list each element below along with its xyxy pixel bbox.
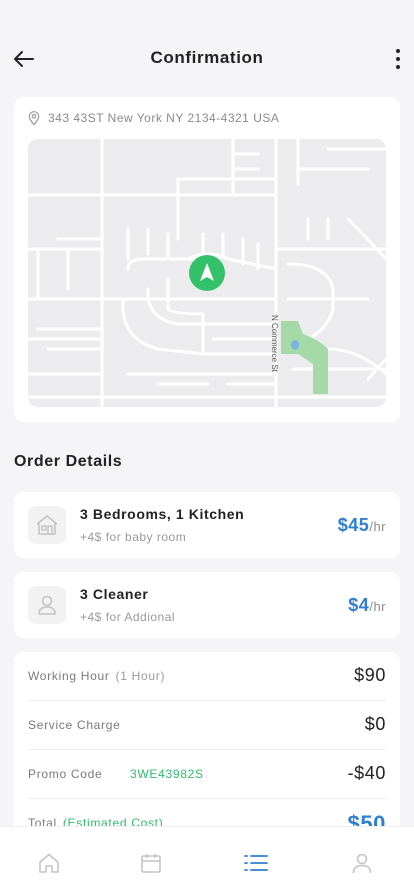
street-label: N Commerce St [270, 315, 279, 373]
price-unit: /hr [369, 599, 386, 614]
header: Confirmation [0, 0, 414, 100]
list-icon [244, 855, 268, 871]
promo-discount-value: -$40 [347, 763, 386, 783]
tab-profile[interactable] [348, 849, 376, 877]
working-hour-row: Working Hour (1 Hour) $90 [28, 652, 386, 701]
tab-orders[interactable] [242, 849, 270, 877]
dot [396, 57, 400, 61]
service-price: $4/hr [348, 595, 386, 616]
price-unit: /hr [369, 519, 386, 534]
label-text: Working Hour [28, 669, 110, 683]
bottom-tab-bar [0, 826, 414, 896]
working-hour-label: Working Hour (1 Hour) [28, 669, 165, 683]
map-view[interactable]: N Commerce St [28, 139, 386, 407]
price-value: $45 [337, 515, 370, 535]
order-details-title: Order Details [14, 453, 123, 470]
address-card: 343 43ST New York NY 2134-4321 USA N Com… [14, 97, 400, 422]
location-pin-icon [28, 111, 40, 126]
working-hour-note: (1 Hour) [115, 669, 166, 683]
profile-icon [352, 853, 372, 874]
home-icon [39, 853, 59, 873]
price-value: $4 [348, 595, 370, 615]
working-hour-value: $90 [354, 665, 386, 685]
tab-home[interactable] [35, 849, 63, 877]
service-item[interactable]: 3 Cleaner +4$ for Addional $4/hr [14, 572, 400, 638]
calendar-icon [141, 854, 161, 873]
promo-code-value[interactable]: 3WE43982S [130, 767, 204, 781]
service-charge-value: $0 [364, 714, 386, 734]
dot [396, 49, 400, 53]
promo-code-row[interactable]: Promo Code 3WE43982S -$40 [28, 750, 386, 799]
service-subtitle: +4$ for baby room [80, 530, 187, 544]
service-title: 3 Bedrooms, 1 Kitchen [80, 506, 245, 522]
service-subtitle: +4$ for Addional [80, 610, 176, 624]
tab-calendar[interactable] [137, 849, 165, 877]
house-icon [28, 506, 66, 544]
service-charge-label: Service Charge [28, 718, 121, 732]
more-options-button[interactable] [390, 45, 406, 73]
person-icon [28, 586, 66, 624]
map-streets: N Commerce St [28, 139, 386, 407]
page-title: Confirmation [150, 48, 264, 67]
service-title: 3 Cleaner [80, 586, 149, 602]
service-charge-row: Service Charge $0 [28, 701, 386, 750]
address-text: 343 43ST New York NY 2134-4321 USA [48, 111, 280, 125]
service-price: $45/hr [338, 515, 386, 536]
service-item[interactable]: 3 Bedrooms, 1 Kitchen +4$ for baby room … [14, 492, 400, 558]
promo-code-label: Promo Code [28, 767, 103, 781]
address-row: 343 43ST New York NY 2134-4321 USA [26, 110, 279, 126]
dot [396, 65, 400, 69]
